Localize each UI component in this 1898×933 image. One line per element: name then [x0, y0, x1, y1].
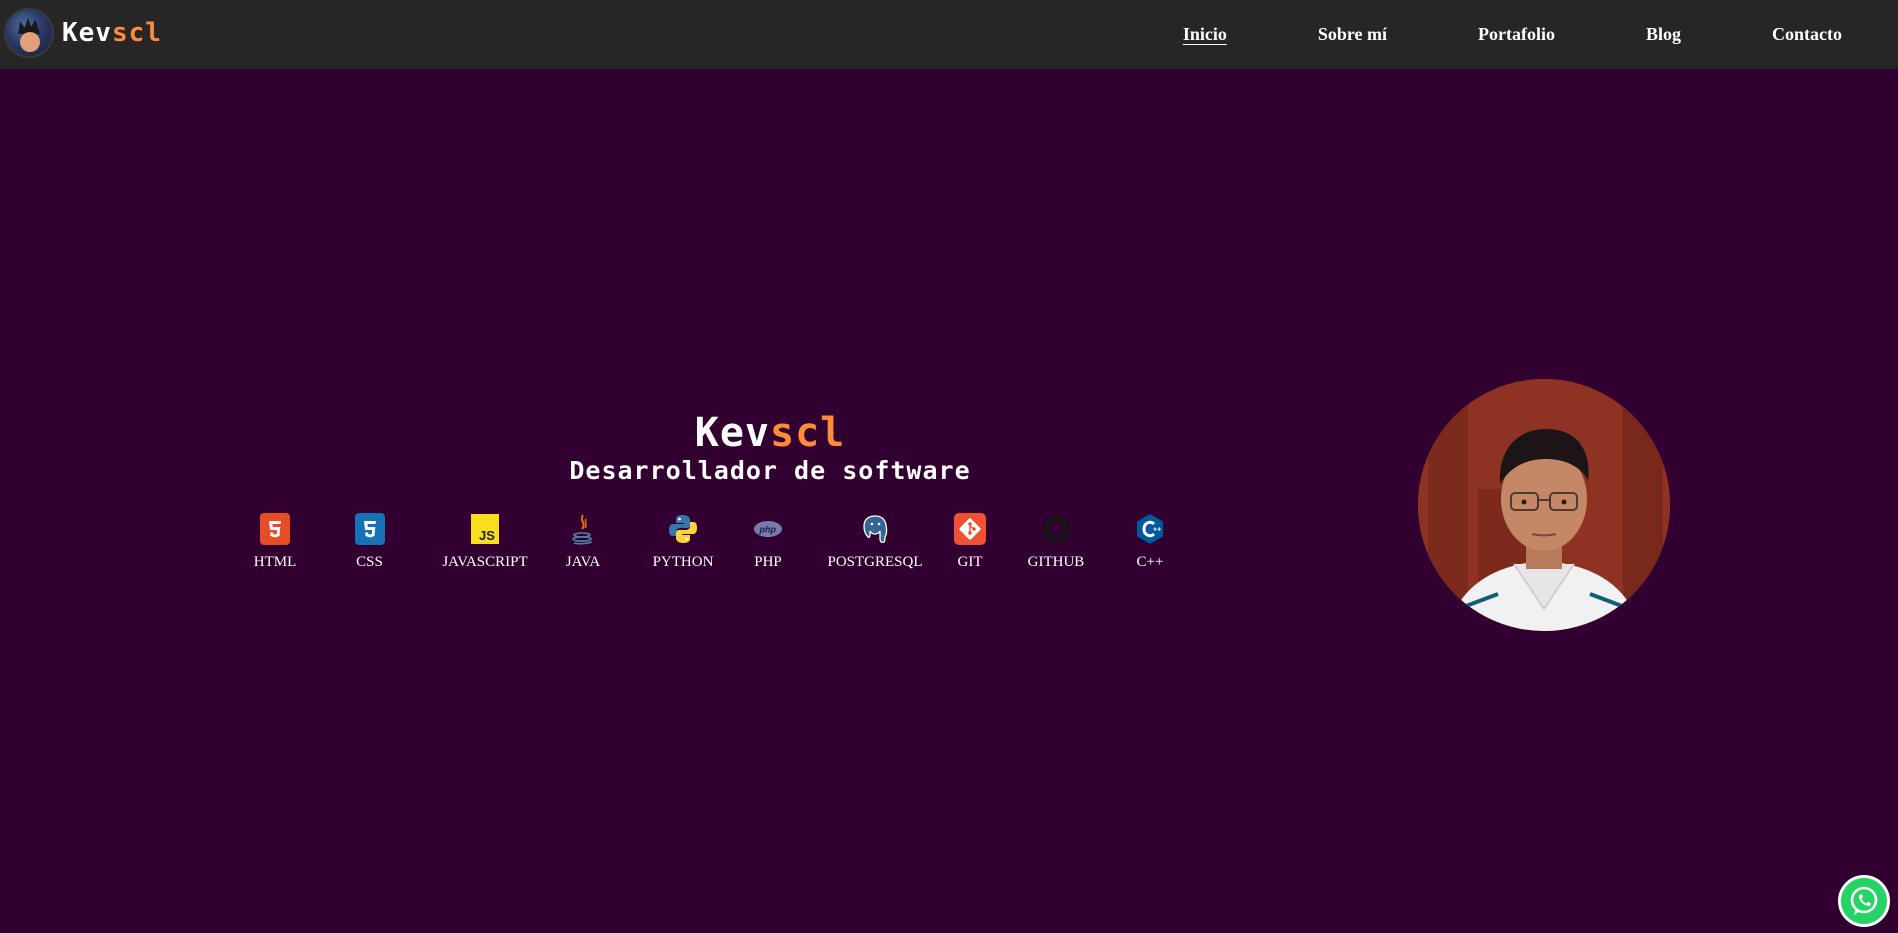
whatsapp-icon [1850, 886, 1878, 915]
main-nav: Inicio Sobre mí Portafolio Blog Contacto [1092, 0, 1842, 69]
nav-link-portafolio[interactable]: Portafolio [1478, 24, 1555, 45]
skill-html: HTML [250, 512, 300, 571]
skill-label: CSS [356, 554, 383, 570]
php-icon: php [751, 512, 785, 546]
svg-text:JS: JS [479, 528, 495, 543]
hero-intro: Kevscl Desarrollador de software [520, 410, 1020, 486]
skill-label: PHP [754, 554, 782, 570]
java-icon [566, 512, 600, 546]
skill-github: GITHUB [1027, 512, 1085, 571]
skill-label: HTML [253, 554, 297, 570]
skill-label: JAVASCRIPT [442, 554, 528, 570]
skill-git: GIT [953, 512, 987, 571]
skill-cplusplus: ++ C++ [1135, 512, 1165, 571]
nav-link-contacto[interactable]: Contacto [1772, 24, 1842, 45]
skill-label: GIT [957, 554, 983, 570]
skill-label: PYTHON [652, 554, 714, 570]
site-header: Kevscl Inicio Sobre mí Portafolio Blog C… [0, 0, 1898, 69]
python-icon [666, 512, 700, 546]
whatsapp-button[interactable] [1838, 875, 1890, 927]
skills-list: HTML CSS JS JAVASCRIPT JAVA PYTHON php P… [250, 512, 1165, 571]
brand-name: Kevscl [62, 18, 162, 48]
html5-icon [258, 512, 292, 546]
brand-avatar [4, 8, 54, 58]
skill-java: JAVA [565, 512, 601, 571]
skill-postgresql: POSTGRESQL [827, 512, 923, 571]
brand-name-suffix: scl [111, 18, 162, 48]
svg-text:++: ++ [1153, 527, 1161, 534]
javascript-icon: JS [468, 512, 502, 546]
nav-link-blog[interactable]: Blog [1646, 24, 1681, 45]
skill-php: php PHP [753, 512, 783, 571]
nav-link-sobre-mi[interactable]: Sobre mí [1318, 24, 1387, 45]
hero-name: Kevscl [520, 410, 1020, 456]
github-icon [1039, 512, 1073, 546]
skill-css: CSS [347, 512, 392, 571]
skill-javascript: JS JAVASCRIPT [442, 512, 528, 571]
brand-name-prefix: Kev [62, 18, 112, 48]
cplusplus-icon: ++ [1133, 512, 1167, 546]
profile-photo [1418, 379, 1670, 631]
brand[interactable]: Kevscl [4, 8, 162, 58]
skill-label: POSTGRESQL [827, 554, 923, 570]
hero-name-prefix: Kev [694, 410, 770, 456]
skill-python: PYTHON [651, 512, 715, 571]
git-icon [953, 512, 987, 546]
skill-label: C++ [1136, 554, 1164, 570]
svg-text:php: php [759, 525, 777, 535]
hero-subtitle: Desarrollador de software [569, 456, 971, 485]
hero-name-suffix: scl [770, 410, 846, 456]
postgresql-icon [858, 512, 892, 546]
skill-label: JAVA [565, 554, 601, 570]
css3-icon [353, 512, 387, 546]
nav-link-inicio[interactable]: Inicio [1183, 24, 1227, 45]
skill-label: GITHUB [1027, 554, 1085, 570]
